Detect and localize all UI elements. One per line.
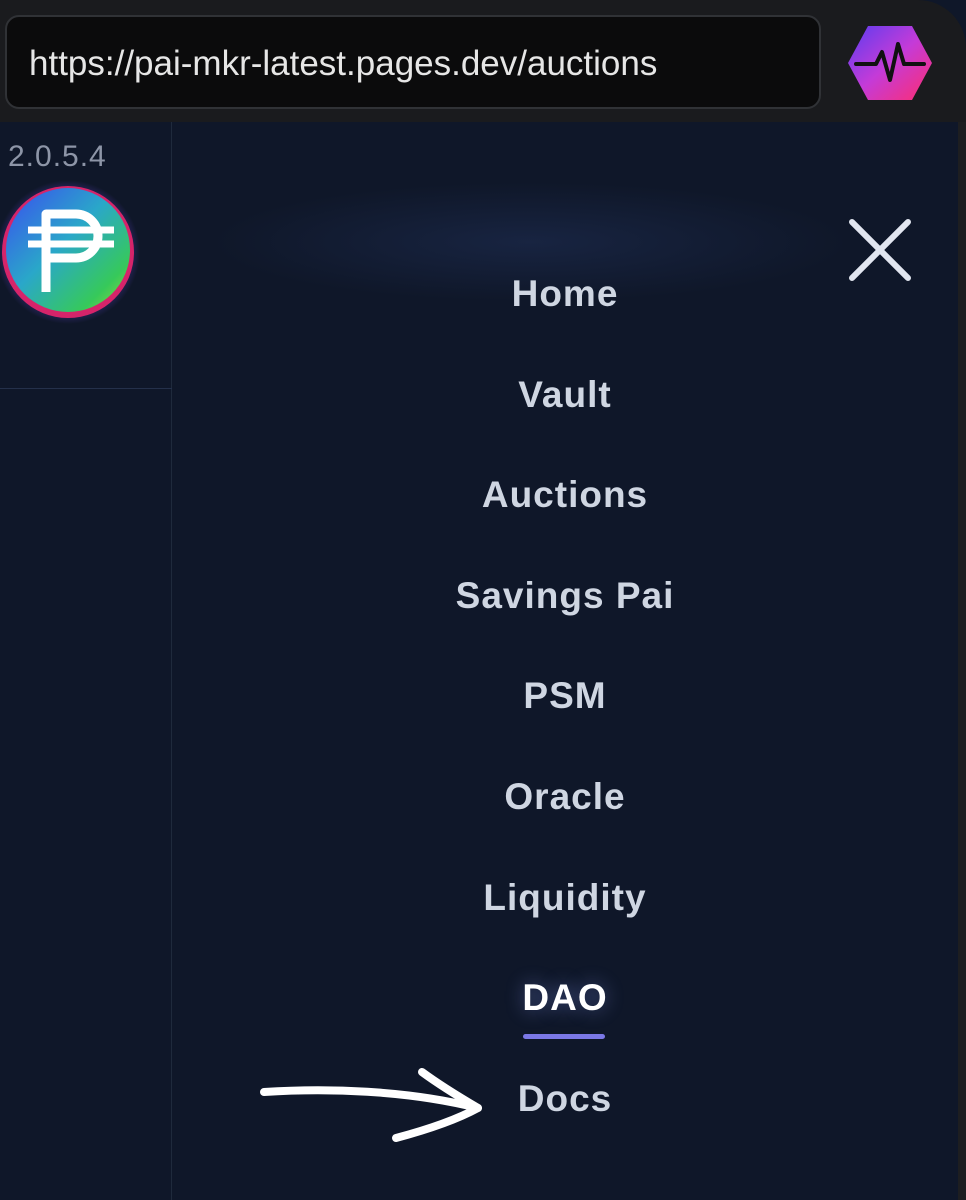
nav-item-psm: PSM (172, 646, 958, 747)
nav-link-vault[interactable]: Vault (518, 345, 611, 445)
nav-link-home[interactable]: Home (512, 244, 619, 344)
nav-link-psm[interactable]: PSM (523, 646, 606, 746)
nav-item-liquidity: Liquidity (172, 848, 958, 949)
nav-item-oracle: Oracle (172, 747, 958, 848)
nav-link-oracle[interactable]: Oracle (504, 747, 625, 847)
window-edge (958, 122, 966, 1200)
hand-drawn-arrow-icon (260, 1068, 482, 1142)
nav-item-home: Home (172, 244, 958, 345)
nav-item-dao: DAO (172, 948, 958, 1049)
pai-logo-icon[interactable] (0, 180, 140, 324)
pulse-hexagon-icon[interactable] (846, 24, 934, 102)
nav-link-liquidity[interactable]: Liquidity (483, 848, 646, 948)
mobile-nav-menu: Home Vault Auctions Savings Pai PSM Orac… (172, 244, 958, 1149)
nav-item-savings-pai: Savings Pai (172, 546, 958, 647)
nav-link-auctions[interactable]: Auctions (482, 445, 648, 545)
nav-link-savings-pai[interactable]: Savings Pai (456, 546, 675, 646)
address-bar[interactable]: https://pai-mkr-latest.pages.dev/auction… (5, 15, 821, 109)
page-content: 2.0.5.4 Home Vault Auctions Savings Pai … (0, 122, 966, 1200)
screen: https://pai-mkr-latest.pages.dev/auction… (0, 0, 966, 1200)
app-version: 2.0.5.4 (8, 140, 107, 173)
nav-link-dao[interactable]: DAO (522, 948, 607, 1048)
nav-item-auctions: Auctions (172, 445, 958, 546)
nav-link-docs[interactable]: Docs (518, 1049, 612, 1149)
browser-toolbar: https://pai-mkr-latest.pages.dev/auction… (0, 0, 966, 122)
sidebar-divider (0, 388, 172, 389)
left-sidebar: 2.0.5.4 (0, 122, 172, 1200)
active-nav-underline (523, 1034, 605, 1040)
nav-item-vault: Vault (172, 345, 958, 446)
